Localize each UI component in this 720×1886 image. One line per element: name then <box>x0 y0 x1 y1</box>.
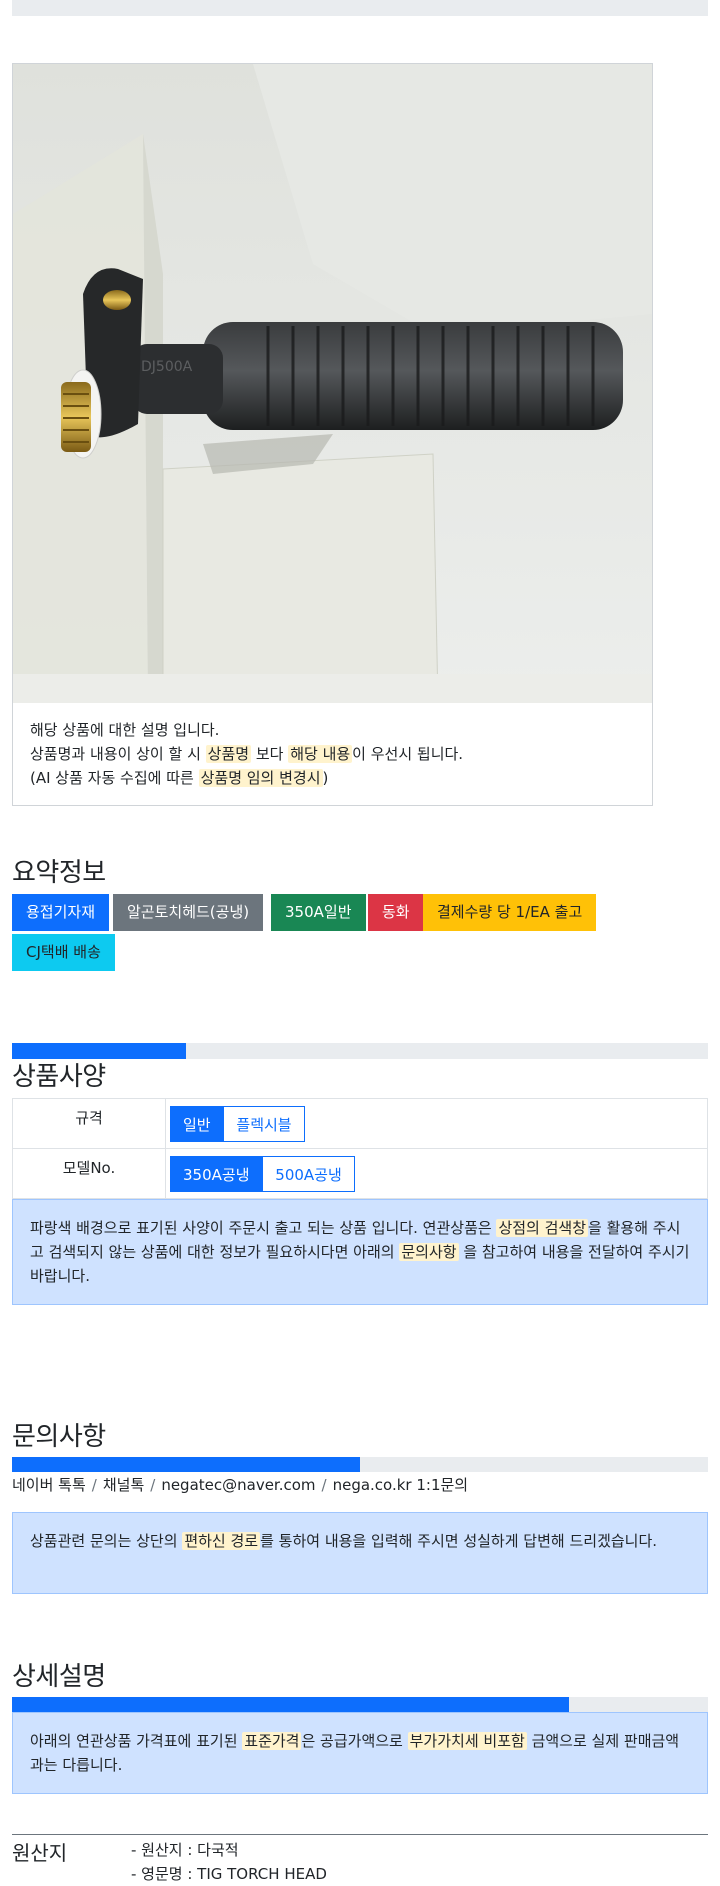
spec-row-model: 모델No. 350A공냉 500A공냉 <box>12 1148 708 1199</box>
contact-site-inquiry[interactable]: nega.co.kr 1:1문의 <box>333 1476 469 1494</box>
origin-list: - 원산지 : 다국적 - 영문명 : TIG TORCH HEAD <box>131 1838 327 1886</box>
spec-options: 350A공냉 500A공냉 <box>165 1148 708 1199</box>
inquiry-progress-fill <box>12 1457 360 1472</box>
detail-notice: 아래의 연관상품 가격표에 표기된 표준가격 은 공급가액으로 부가가치세 비포함… <box>12 1712 708 1794</box>
highlight-standard-price: 표준가격 <box>242 1732 302 1750</box>
contact-list: 네이버 톡톡 / 채널톡 / negatec@naver.com / nega.co.kr … <box>12 1474 468 1495</box>
option-500a[interactable]: 500A공냉 <box>262 1155 355 1192</box>
badge-shipping[interactable]: CJ택배 배송 <box>12 934 115 971</box>
spec-notice: 파랑색 배경으로 표기된 사양이 주문시 출고 되는 상품 입니다. 연관상품은… <box>12 1199 708 1305</box>
detail-progress <box>12 1697 708 1712</box>
summary-heading: 요약정보 <box>12 858 106 888</box>
separator: / <box>91 1476 97 1494</box>
separator: / <box>321 1476 327 1494</box>
highlight-search: 상점의 검색창 <box>496 1219 589 1237</box>
description-line: 상품명과 내용이 상이 할 시 상품명 보다 해당 내용 이 우선시 됩니다. <box>30 745 464 763</box>
spec-label: 모델No. <box>12 1148 166 1199</box>
top-progress-bar <box>12 0 708 16</box>
spec-options: 일반 플렉시블 <box>165 1098 708 1149</box>
spec-heading: 상품사양 <box>12 1062 106 1092</box>
detail-heading: 상세설명 <box>12 1662 106 1692</box>
separator: / <box>150 1476 156 1494</box>
contact-channel-talk[interactable]: 채널톡 <box>103 1476 144 1494</box>
product-description: 해당 상품에 대한 설명 입니다. 상품명과 내용이 상이 할 시 상품명 보다… <box>30 718 463 790</box>
highlight-vat: 부가가치세 비포함 <box>407 1732 527 1750</box>
origin-item: - 원산지 : 다국적 <box>131 1841 239 1859</box>
inquiry-notice: 상품관련 문의는 상단의 편하신 경로 를 통하여 내용을 입력해 주시면 성실하… <box>12 1512 708 1594</box>
contact-naver-talk[interactable]: 네이버 톡톡 <box>12 1476 86 1494</box>
spec-label: 규격 <box>12 1098 166 1149</box>
badge-brand[interactable]: 동화 <box>368 894 424 931</box>
origin-item: - 영문명 : TIG TORCH HEAD <box>131 1865 327 1883</box>
spec-progress <box>12 1043 708 1059</box>
description-line: (AI 상품 자동 수집에 따른 상품명 임의 변경시) <box>30 769 329 787</box>
product-image: DJ500A <box>13 64 652 703</box>
option-general[interactable]: 일반 <box>170 1105 224 1142</box>
badge-subcategory[interactable]: 알곤토치헤드(공냉) <box>113 894 264 931</box>
product-card: DJ500A 해당 상품에 대한 설명 입니다. 상품명과 내용이 상이 할 시… <box>12 63 653 806</box>
description-line: 해당 상품에 대한 설명 입니다. <box>30 721 220 739</box>
inquiry-progress <box>12 1457 708 1472</box>
badge-quantity[interactable]: 결제수량 당 1/EA 출고 <box>423 894 597 931</box>
highlight-name-change: 상품명 임의 변경시 <box>198 769 323 787</box>
badge-category[interactable]: 용접기자재 <box>12 894 110 931</box>
spec-row-size: 규격 일반 플렉시블 <box>12 1098 708 1149</box>
option-flexible[interactable]: 플렉시블 <box>223 1105 305 1142</box>
product-photo: DJ500A <box>13 64 652 703</box>
detail-progress-fill <box>12 1697 569 1712</box>
option-350a[interactable]: 350A공냉 <box>170 1155 263 1192</box>
highlight-product-name: 상품명 <box>205 745 252 763</box>
origin-label: 원산지 <box>12 1841 68 1865</box>
contact-email[interactable]: negatec@naver.com <box>161 1476 315 1494</box>
spec-table: 규격 일반 플렉시블 모델No. 350A공냉 500A공냉 <box>12 1098 708 1199</box>
origin-divider <box>12 1834 708 1835</box>
product-engraving: DJ500A <box>141 359 193 375</box>
highlight-route: 편하신 경로 <box>182 1532 261 1550</box>
highlight-inquiry: 문의사항 <box>399 1243 459 1261</box>
badge-spec[interactable]: 350A일반 <box>271 894 366 931</box>
inquiry-heading: 문의사항 <box>12 1422 106 1452</box>
highlight-content: 해당 내용 <box>288 745 353 763</box>
